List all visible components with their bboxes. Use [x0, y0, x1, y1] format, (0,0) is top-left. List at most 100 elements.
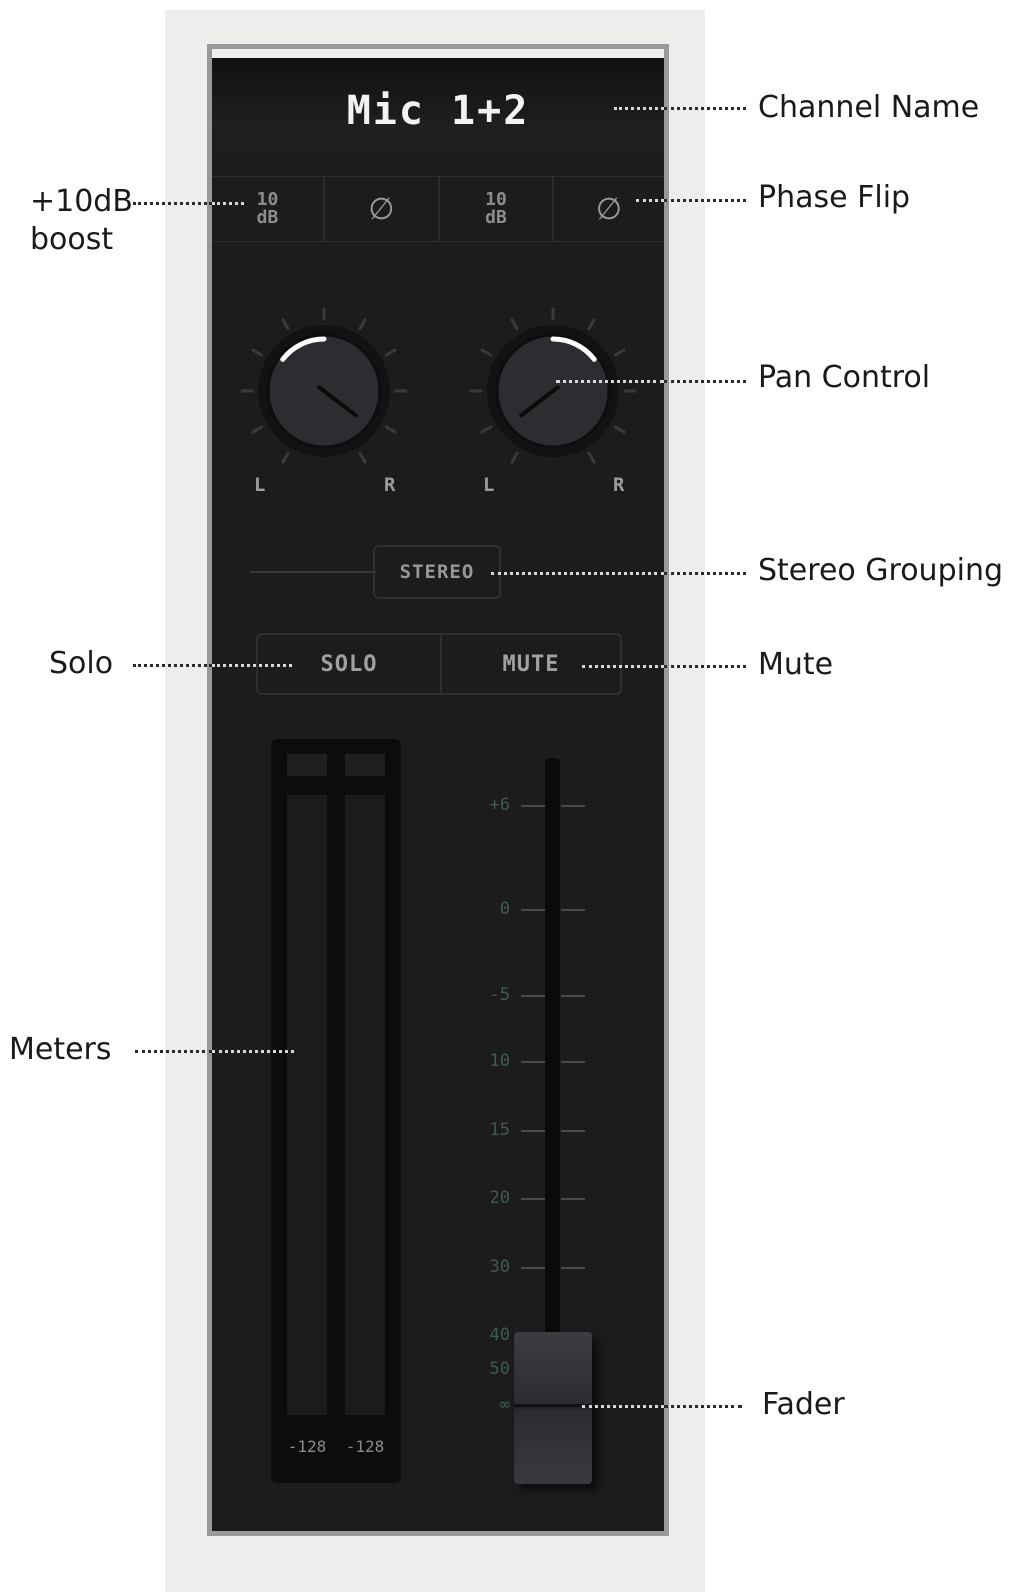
stereo-link-line — [250, 571, 376, 573]
knob-tick — [384, 425, 397, 434]
fader-handle[interactable] — [514, 1332, 592, 1484]
knob-tick — [281, 318, 290, 331]
fader-scale-tick — [521, 1130, 545, 1132]
callout-boost: +10dB boost — [30, 184, 133, 257]
stereo-button[interactable]: STEREO — [373, 545, 501, 599]
pan-left-label: L — [254, 474, 266, 496]
fader-scale-label: 15 — [489, 1120, 510, 1140]
channel-name[interactable]: Mic 1+2 — [212, 88, 664, 134]
pan-knob-left[interactable] — [229, 299, 419, 499]
callout-solo: Solo — [49, 646, 114, 681]
knob-tick — [587, 318, 596, 331]
boost-unit-label: dB — [485, 207, 507, 228]
fader-scale-label: +6 — [489, 795, 510, 815]
diagram-stage: Mic 1+2 10 dB ∅ 10 dB ∅ L R L R STEREO S… — [0, 0, 1027, 1592]
fader-scale-tick — [521, 1198, 545, 1200]
leader-boost-inner — [212, 202, 244, 205]
leader-pan-control — [664, 380, 746, 383]
leader-phase-flip — [664, 199, 746, 202]
leader-pan-control-inner — [556, 380, 664, 383]
fader-scale-tick — [561, 995, 585, 997]
fader-scale-tick — [521, 1267, 545, 1269]
pan-knob-right[interactable] — [458, 299, 648, 499]
knob-tick — [358, 451, 367, 464]
fader-scale-label: 30 — [489, 1257, 510, 1277]
callout-fader: Fader — [762, 1387, 845, 1422]
fader-scale-tick — [561, 805, 585, 807]
leader-mute — [664, 665, 746, 668]
meter-peak-readout-right: -128 — [345, 1437, 385, 1456]
fader-scale-tick — [521, 805, 545, 807]
knob-tick — [251, 348, 264, 357]
knob-tick — [358, 318, 367, 331]
fader-scale-tick — [521, 1061, 545, 1063]
callout-channel-name: Channel Name — [758, 90, 980, 125]
mute-button[interactable]: MUTE — [442, 635, 620, 693]
knob-tick — [587, 451, 596, 464]
leader-stereo-grouping — [664, 572, 746, 575]
fader-scale-tick — [521, 909, 545, 911]
knob-tick — [384, 348, 397, 357]
leader-solo-inner — [212, 664, 292, 667]
callout-mute: Mute — [758, 647, 834, 682]
solo-mute-group: SOLO MUTE — [256, 633, 622, 695]
callout-phase-flip: Phase Flip — [758, 180, 911, 215]
level-meters: -128 -128 — [271, 739, 401, 1483]
boost-10db-button-2[interactable]: 10 dB — [440, 177, 554, 241]
phase-icon: ∅ — [595, 191, 623, 227]
boost-10db-button-1[interactable]: 10 dB — [212, 177, 325, 241]
fader-scale-label: 50 — [489, 1359, 510, 1379]
input-options-row: 10 dB ∅ 10 dB ∅ — [212, 176, 664, 242]
meter-clip-indicator-left — [287, 754, 327, 776]
phase-flip-button-1[interactable]: ∅ — [325, 177, 440, 241]
knob-tick — [480, 348, 493, 357]
fader-scale-label: ∞ — [499, 1395, 510, 1415]
fader-scale-label: 0 — [499, 899, 510, 919]
phase-icon: ∅ — [368, 191, 395, 227]
fader-scale-label: 40 — [489, 1325, 510, 1345]
knob-tick — [281, 451, 290, 464]
knob-tick — [510, 318, 519, 331]
fader-scale-tick — [561, 909, 585, 911]
strip-top-highlight — [212, 49, 664, 58]
meter-clip-indicator-right — [345, 754, 385, 776]
fader-scale-tick — [521, 995, 545, 997]
knob-tick — [613, 425, 626, 434]
boost-unit-label: dB — [256, 207, 279, 228]
leader-meters — [135, 1050, 212, 1053]
callout-meters: Meters — [9, 1032, 112, 1067]
fader-scale-label: -5 — [489, 985, 510, 1005]
leader-fader-inner — [582, 1405, 664, 1408]
leader-phase-flip-inner — [636, 199, 664, 202]
knob-tick — [613, 348, 626, 357]
fader-scale-tick — [561, 1267, 585, 1269]
fader-scale-tick — [561, 1061, 585, 1063]
leader-mute-inner — [582, 665, 664, 668]
knob-tick — [510, 451, 519, 464]
channel-strip: Mic 1+2 10 dB ∅ 10 dB ∅ L R L R STEREO S… — [212, 49, 664, 1531]
pan-right-label: R — [384, 474, 396, 496]
meter-peak-readout-left: -128 — [287, 1437, 327, 1456]
channel-name-header: Mic 1+2 — [212, 58, 664, 170]
fader-scale-tick — [561, 1130, 585, 1132]
phase-flip-button-2[interactable]: ∅ — [554, 177, 664, 241]
leader-boost — [133, 202, 212, 205]
pan-right-label: R — [613, 474, 625, 496]
fader-scale-tick — [561, 1198, 585, 1200]
leader-channel-name-inner — [614, 107, 664, 110]
leader-stereo-inner — [491, 572, 664, 575]
callout-pan-control: Pan Control — [758, 360, 931, 395]
meter-bar-right — [345, 795, 385, 1415]
callout-stereo-grouping: Stereo Grouping — [758, 553, 1004, 588]
meter-bar-left — [287, 795, 327, 1415]
pan-left-label: L — [483, 474, 495, 496]
fader-scale-label: 10 — [489, 1051, 510, 1071]
knob-tick — [480, 425, 493, 434]
leader-meters-inner — [212, 1050, 294, 1053]
leader-fader — [664, 1405, 742, 1408]
knob-tick — [251, 425, 264, 434]
leader-solo — [133, 664, 212, 667]
fader-handle-centerline — [514, 1404, 592, 1407]
leader-channel-name — [664, 107, 746, 110]
fader-scale-label: 20 — [489, 1188, 510, 1208]
